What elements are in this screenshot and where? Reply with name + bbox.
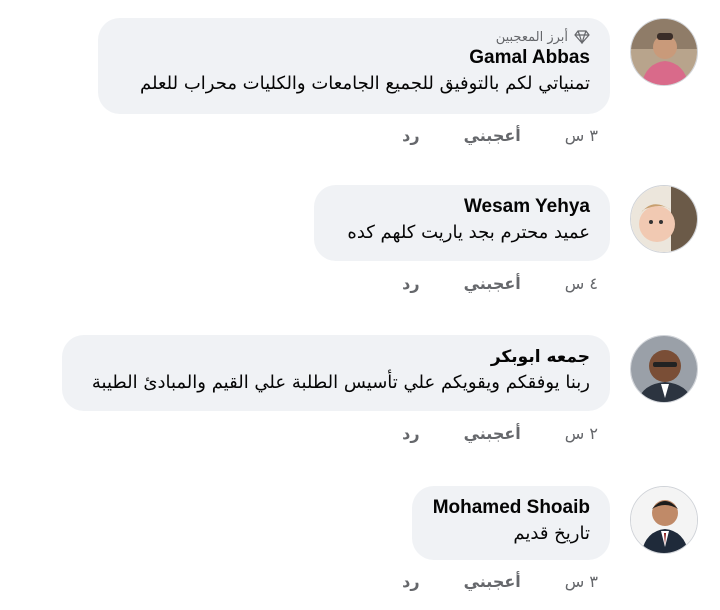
comment-time[interactable]: ٢ س xyxy=(565,424,598,443)
comment-bubble: Wesam Yehya عميد محترم بجد ياريت كلهم كد… xyxy=(314,185,610,261)
top-fan-badge: أبرز المعجبين xyxy=(118,28,590,46)
reply-button[interactable]: رد xyxy=(402,126,419,145)
comment-author[interactable]: Gamal Abbas xyxy=(118,46,590,70)
like-button[interactable]: أعجبني xyxy=(464,424,521,443)
avatar[interactable] xyxy=(630,18,698,86)
avatar[interactable] xyxy=(630,335,698,403)
comment-actions: ٤ س أعجبني رد xyxy=(402,274,598,293)
comment-time[interactable]: ٤ س xyxy=(565,274,598,293)
comment-bubble: أبرز المعجبين Gamal Abbas تمنياتي لكم با… xyxy=(98,18,610,114)
badge-label: أبرز المعجبين xyxy=(495,29,568,45)
comment-time[interactable]: ٣ س xyxy=(565,126,598,145)
avatar[interactable] xyxy=(630,185,698,253)
diamond-icon xyxy=(574,30,590,44)
comment-bubble: جمعه ابوبكر ربنا يوفقكم ويقويكم علي تأسي… xyxy=(62,335,610,411)
comment-author[interactable]: Wesam Yehya xyxy=(334,195,590,219)
reply-button[interactable]: رد xyxy=(402,572,419,591)
comment-author[interactable]: Mohamed Shoaib xyxy=(432,496,590,520)
comment-actions: ٣ س أعجبني رد xyxy=(402,126,598,145)
comment-time[interactable]: ٣ س xyxy=(565,572,598,591)
comment-actions: ٣ س أعجبني رد xyxy=(402,572,598,591)
comment-text: ربنا يوفقكم ويقويكم علي تأسيس الطلبة علي… xyxy=(91,372,590,393)
comment-text: تاريخ قديم xyxy=(513,523,590,544)
comment-text: تمنياتي لكم بالتوفيق للجميع الجامعات وال… xyxy=(140,73,590,94)
like-button[interactable]: أعجبني xyxy=(464,274,521,293)
comment-bubble: Mohamed Shoaib تاريخ قديم xyxy=(412,486,610,560)
comment-text: عميد محترم بجد ياريت كلهم كده xyxy=(347,222,590,243)
reply-button[interactable]: رد xyxy=(402,274,419,293)
like-button[interactable]: أعجبني xyxy=(464,572,521,591)
comment-actions: ٢ س أعجبني رد xyxy=(402,424,598,443)
comment-author[interactable]: جمعه ابوبكر xyxy=(82,345,590,369)
reply-button[interactable]: رد xyxy=(402,424,419,443)
avatar[interactable] xyxy=(630,486,698,554)
like-button[interactable]: أعجبني xyxy=(464,126,521,145)
